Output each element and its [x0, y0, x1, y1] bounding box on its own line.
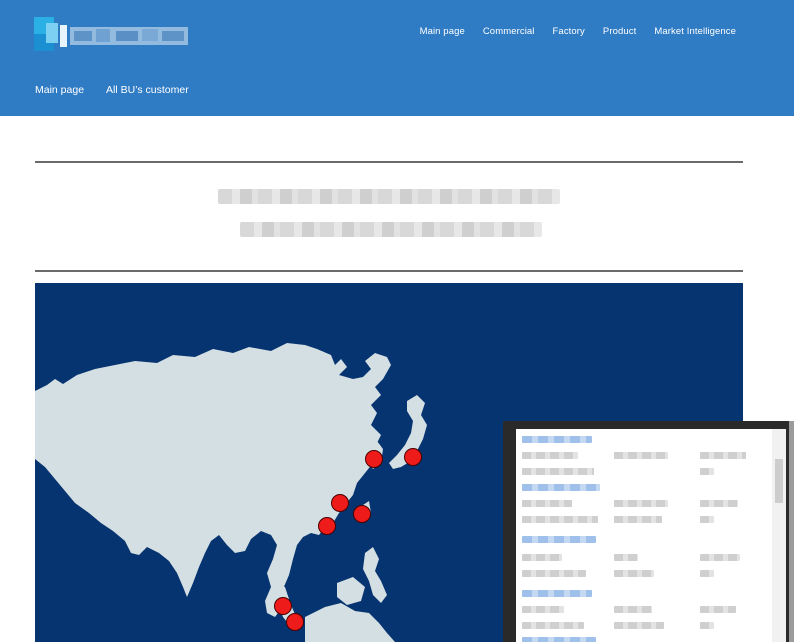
- redacted-text: [700, 570, 714, 577]
- redacted-text: [614, 500, 668, 507]
- redacted-text: [700, 516, 714, 523]
- philippines-islands: [363, 547, 387, 603]
- redacted-text: [700, 554, 740, 561]
- popup-scrollbar[interactable]: [772, 429, 786, 642]
- redacted-heading-line-2: [240, 222, 542, 237]
- asia-landmass: [35, 343, 391, 617]
- sub-nav-main-page[interactable]: Main page: [35, 84, 84, 96]
- popup-scroll-thumb[interactable]: [775, 459, 783, 503]
- borneo-island: [337, 577, 365, 605]
- site-header: Main page Commercial Factory Product Mar…: [0, 0, 794, 116]
- redacted-link[interactable]: [522, 436, 592, 443]
- redacted-link[interactable]: [522, 484, 600, 491]
- customer-marker[interactable]: [286, 613, 304, 631]
- customer-marker[interactable]: [365, 450, 383, 468]
- popup-frame-edge: [789, 421, 794, 642]
- sub-nav-all-bu-customer[interactable]: All BU’s customer: [106, 84, 189, 96]
- redacted-text: [522, 554, 562, 561]
- redacted-text: [700, 468, 714, 475]
- redacted-text: [522, 468, 594, 475]
- redacted-text: [700, 452, 746, 459]
- redacted-text: [522, 570, 586, 577]
- redacted-text: [700, 622, 714, 629]
- customer-marker[interactable]: [274, 597, 292, 615]
- customer-marker[interactable]: [318, 517, 336, 535]
- redacted-text: [700, 606, 736, 613]
- redacted-text: [614, 516, 662, 523]
- bottom-divider: [35, 270, 743, 272]
- company-logo[interactable]: [34, 17, 188, 51]
- customer-marker[interactable]: [404, 448, 422, 466]
- top-nav-product[interactable]: Product: [603, 26, 636, 37]
- redacted-text: [614, 622, 664, 629]
- redacted-text: [522, 516, 598, 523]
- redacted-heading-line-1: [218, 189, 560, 204]
- redacted-text: [522, 500, 572, 507]
- sub-nav: Main page All BU’s customer: [35, 84, 189, 96]
- redacted-text: [522, 606, 564, 613]
- customer-info-popup[interactable]: [503, 421, 794, 642]
- redacted-text: [614, 452, 668, 459]
- customer-marker[interactable]: [331, 494, 349, 512]
- top-nav-commercial[interactable]: Commercial: [483, 26, 535, 37]
- redacted-link[interactable]: [522, 590, 592, 597]
- indonesia-islands: [305, 603, 395, 642]
- redacted-text: [522, 622, 584, 629]
- redacted-customer-list[interactable]: [516, 429, 786, 642]
- redacted-text: [614, 606, 652, 613]
- redacted-link[interactable]: [522, 637, 596, 642]
- top-nav: Main page Commercial Factory Product Mar…: [420, 26, 736, 37]
- redacted-text: [614, 570, 654, 577]
- redacted-text: [522, 452, 578, 459]
- customer-marker[interactable]: [353, 505, 371, 523]
- redacted-link[interactable]: [522, 536, 596, 543]
- top-nav-main-page[interactable]: Main page: [420, 26, 465, 37]
- redacted-text: [614, 554, 638, 561]
- top-nav-factory[interactable]: Factory: [553, 26, 585, 37]
- top-divider: [35, 161, 743, 163]
- top-nav-market-intelligence[interactable]: Market Intelligence: [654, 26, 736, 37]
- redacted-text: [700, 500, 738, 507]
